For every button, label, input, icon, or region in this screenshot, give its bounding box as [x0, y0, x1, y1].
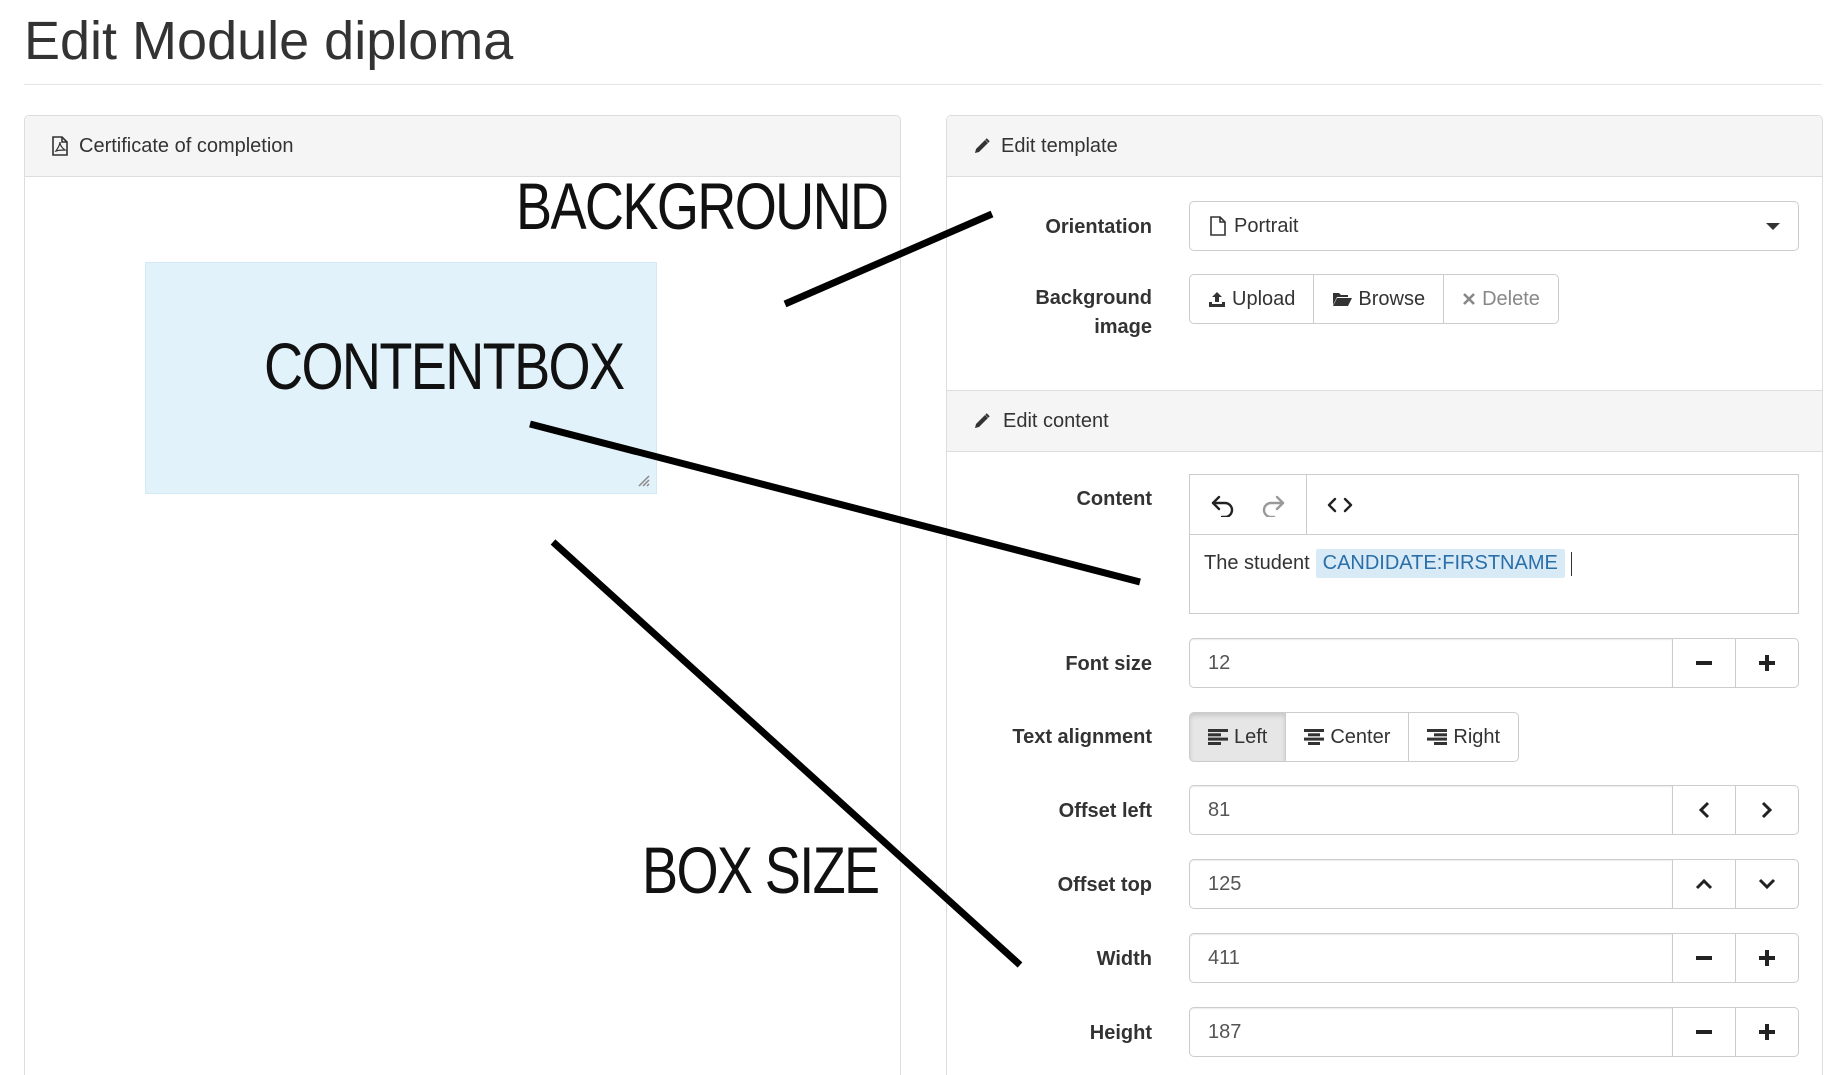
box-size-annotation: BOX SIZE [642, 833, 880, 907]
width-input[interactable]: 411 [1189, 933, 1673, 983]
offset-left-stepper: 81 [1189, 785, 1799, 835]
width-increase-button[interactable] [1735, 933, 1799, 983]
font-size-label: Font size [1065, 653, 1152, 675]
file-icon [1210, 216, 1226, 236]
code-icon [1327, 497, 1353, 512]
offset-top-label: Offset top [1057, 874, 1152, 896]
background-annotation: BACKGROUND [516, 169, 889, 243]
edit-content-title: Edit content [1003, 409, 1109, 432]
width-label: Width [1096, 948, 1152, 970]
minus-icon [1696, 956, 1712, 960]
redo-button[interactable] [1248, 476, 1298, 534]
chevron-down-icon [1758, 878, 1776, 890]
offset-top-down-button[interactable] [1735, 859, 1799, 909]
minus-icon [1696, 661, 1712, 665]
editor-body[interactable]: The student CANDIDATE:FIRSTNAME [1190, 535, 1798, 592]
page-title: Edit Module diploma [24, 11, 514, 71]
align-right-icon [1427, 729, 1448, 745]
offset-top-up-button[interactable] [1672, 859, 1736, 909]
orientation-value: Portrait [1234, 214, 1299, 237]
pdf-file-icon [52, 136, 68, 156]
align-left-button[interactable]: Left [1189, 712, 1287, 762]
edit-panel: Edit template Orientation Portrait Backg… [946, 115, 1823, 1075]
resize-handle-icon[interactable] [638, 475, 650, 487]
text-cursor [1570, 551, 1572, 576]
undo-icon [1211, 495, 1234, 517]
orientation-select[interactable]: Portrait [1189, 201, 1799, 251]
align-right-button[interactable]: Right [1408, 712, 1520, 762]
height-input[interactable]: 187 [1189, 1007, 1673, 1057]
chevron-left-icon [1698, 801, 1710, 819]
align-left-label: Left [1234, 725, 1268, 748]
offset-left-input[interactable]: 81 [1189, 785, 1673, 835]
edit-template-title: Edit template [1001, 134, 1118, 157]
folder-open-icon [1333, 293, 1353, 306]
height-label: Height [1089, 1022, 1152, 1044]
title-divider [24, 84, 1822, 85]
edit-template-heading: Edit template [947, 116, 1822, 177]
align-center-label: Center [1330, 725, 1391, 748]
placeholder-token[interactable]: CANDIDATE:FIRSTNAME [1315, 549, 1565, 578]
chevron-up-icon [1695, 878, 1713, 890]
font-size-decrease-button[interactable] [1672, 638, 1736, 688]
offset-top-stepper: 125 [1189, 859, 1799, 909]
font-size-input[interactable]: 12 [1189, 638, 1673, 688]
upload-icon [1209, 292, 1225, 307]
plus-icon [1759, 950, 1775, 966]
background-image-label-line2: image [1094, 316, 1152, 338]
chevron-right-icon [1761, 801, 1773, 819]
font-size-increase-button[interactable] [1735, 638, 1799, 688]
plus-icon [1759, 655, 1775, 671]
content-label: Content [1076, 488, 1152, 510]
background-image-label-line1: Background [1035, 287, 1152, 309]
align-left-icon [1208, 729, 1228, 745]
offset-left-label: Offset left [1058, 800, 1152, 822]
minus-icon [1696, 1030, 1712, 1034]
redo-icon [1262, 495, 1285, 517]
offset-top-input[interactable]: 125 [1189, 859, 1673, 909]
browse-button[interactable]: Browse [1313, 274, 1445, 324]
source-code-button[interactable] [1315, 476, 1365, 534]
align-right-label: Right [1453, 725, 1501, 748]
history-group [1190, 475, 1307, 534]
background-image-actions: Upload Browse Delete [1189, 274, 1559, 324]
contentbox-annotation: CONTENTBOX [264, 329, 625, 403]
code-group [1307, 475, 1373, 534]
offset-left-decrease-button[interactable] [1672, 785, 1736, 835]
browse-label: Browse [1358, 287, 1426, 310]
plus-icon [1759, 1024, 1775, 1040]
width-decrease-button[interactable] [1672, 933, 1736, 983]
height-stepper: 187 [1189, 1007, 1799, 1057]
certificate-preview-panel: Certificate of completion [24, 115, 901, 1075]
height-decrease-button[interactable] [1672, 1007, 1736, 1057]
align-center-icon [1304, 729, 1325, 745]
height-increase-button[interactable] [1735, 1007, 1799, 1057]
editor-toolbar [1190, 475, 1798, 535]
pencil-icon [975, 413, 990, 428]
pencil-icon [975, 138, 990, 153]
delete-button[interactable]: Delete [1443, 274, 1559, 324]
font-size-stepper: 12 [1189, 638, 1799, 688]
editor-text: The student [1204, 552, 1310, 574]
delete-label: Delete [1482, 287, 1540, 310]
upload-label: Upload [1232, 287, 1296, 310]
certificate-panel-title: Certificate of completion [79, 134, 294, 157]
caret-down-icon [1766, 223, 1780, 230]
close-icon [1463, 293, 1476, 305]
offset-left-increase-button[interactable] [1735, 785, 1799, 835]
text-alignment-group: Left Center Right [1189, 712, 1520, 762]
width-stepper: 411 [1189, 933, 1799, 983]
content-editor[interactable]: The student CANDIDATE:FIRSTNAME [1189, 474, 1799, 614]
edit-content-heading: Edit content [947, 390, 1822, 452]
orientation-label: Orientation [1045, 216, 1152, 238]
text-alignment-label: Text alignment [1012, 726, 1152, 748]
align-center-button[interactable]: Center [1285, 712, 1410, 762]
upload-button[interactable]: Upload [1189, 274, 1315, 324]
undo-button[interactable] [1198, 476, 1248, 534]
background-image-label: Background image [1035, 284, 1152, 342]
